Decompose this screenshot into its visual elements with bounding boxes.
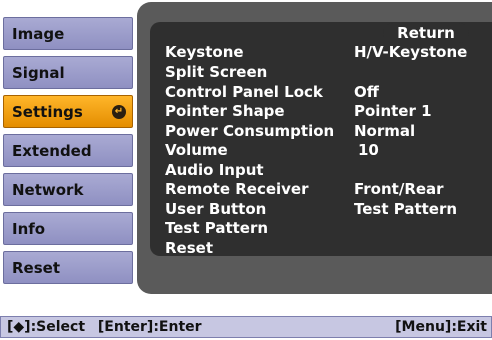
sidebar-item-settings[interactable]: Settings ↵ <box>3 95 133 128</box>
navigation-hints: [◆]:Select [Enter]:Enter <box>7 317 202 337</box>
enter-icon: ↵ <box>112 105 126 119</box>
sidebar-item-label: Network <box>12 181 84 199</box>
menu-row-audio-input[interactable]: Audio Input <box>165 161 485 180</box>
menu-row-label: Remote Receiver <box>165 180 309 198</box>
exit-hint: [Menu]:Exit <box>395 319 487 335</box>
menu-row-keystone[interactable]: Keystone H/V-Keystone <box>165 43 485 62</box>
sidebar: Image Signal Settings ↵ Extended Network… <box>0 0 135 300</box>
menu-row-label: Volume <box>165 141 228 159</box>
menu-row-label: User Button <box>165 200 267 218</box>
menu-row-label: Split Screen <box>165 63 268 81</box>
return-button[interactable]: Return <box>383 23 469 43</box>
menu-row-pointer-shape[interactable]: Pointer Shape Pointer 1 <box>165 102 485 121</box>
sidebar-item-label: Reset <box>12 259 60 277</box>
menu-row-value: Test Pattern <box>354 200 458 218</box>
sidebar-item-label: Extended <box>12 142 92 160</box>
menu-row-test-pattern[interactable]: Test Pattern <box>165 219 485 238</box>
menu-row-remote-receiver[interactable]: Remote Receiver Front/Rear <box>165 180 485 199</box>
sidebar-item-image[interactable]: Image <box>3 17 133 50</box>
sidebar-item-label: Info <box>12 220 46 238</box>
sidebar-item-label: Settings <box>12 103 83 121</box>
menu-row-label: Control Panel Lock <box>165 83 323 101</box>
sidebar-item-info[interactable]: Info <box>3 212 133 245</box>
menu-row-label: Pointer Shape <box>165 102 285 120</box>
sidebar-item-label: Image <box>12 25 65 43</box>
sidebar-item-signal[interactable]: Signal <box>3 56 133 89</box>
menu-row-power-consumption[interactable]: Power Consumption Normal <box>165 122 485 141</box>
sidebar-item-network[interactable]: Network <box>3 173 133 206</box>
menu-row-user-button[interactable]: User Button Test Pattern <box>165 200 485 219</box>
sidebar-item-extended[interactable]: Extended <box>3 134 133 167</box>
menu-row-value: Normal <box>354 122 416 140</box>
menu-row-reset[interactable]: Reset <box>165 239 485 258</box>
sidebar-item-label: Signal <box>12 64 65 82</box>
menu-row-value: Front/Rear <box>354 180 444 198</box>
menu-row-value: Pointer 1 <box>354 102 432 120</box>
menu-row-value: Off <box>354 83 379 101</box>
menu-row-label: Test Pattern <box>165 219 269 237</box>
enter-hint: [Enter]:Enter <box>97 319 202 335</box>
menu-row-control-panel-lock[interactable]: Control Panel Lock Off <box>165 83 485 102</box>
menu-row-label: Power Consumption <box>165 122 335 140</box>
status-bar: [◆]:Select [Enter]:Enter [Menu]:Exit <box>0 316 492 338</box>
menu-row-value: H/V-Keystone <box>354 43 468 61</box>
select-hint: [◆]:Select <box>7 319 86 335</box>
menu-row-label: Reset <box>165 239 213 257</box>
sidebar-item-reset[interactable]: Reset <box>3 251 133 284</box>
menu-row-volume[interactable]: Volume 10 <box>165 141 485 160</box>
menu-row-value: 10 <box>358 141 379 159</box>
menu-row-split-screen[interactable]: Split Screen <box>165 63 485 82</box>
menu-row-label: Audio Input <box>165 161 264 179</box>
menu-row-label: Keystone <box>165 43 244 61</box>
